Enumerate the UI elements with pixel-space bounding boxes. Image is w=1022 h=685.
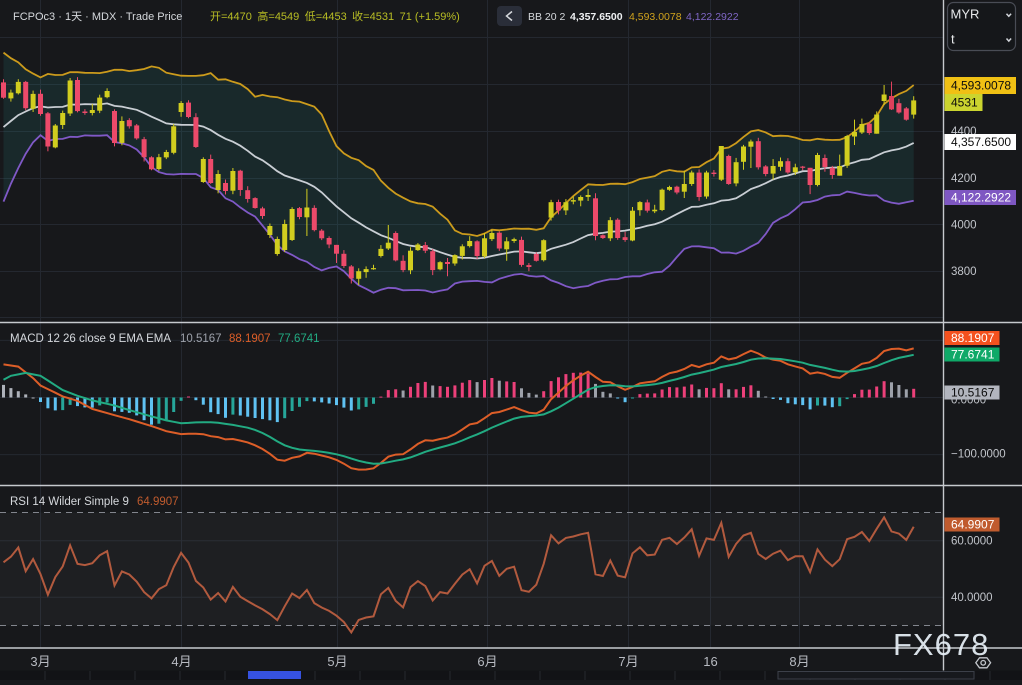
svg-text:4,593.0078: 4,593.0078 [951,79,1011,93]
svg-text:3月: 3月 [30,654,50,669]
svg-text:4月: 4月 [171,654,191,669]
svg-text:−100.0000: −100.0000 [951,448,1006,460]
svg-text:88.1907: 88.1907 [229,333,271,345]
svg-text:3800: 3800 [951,266,977,278]
svg-text:4,357.6500: 4,357.6500 [570,11,623,23]
svg-text:BB 20 2: BB 20 2 [528,11,566,23]
svg-text:10.5167: 10.5167 [951,386,995,400]
svg-text:MYR: MYR [951,7,980,22]
svg-text:4000: 4000 [951,219,977,231]
svg-text:40.0000: 40.0000 [951,592,993,604]
svg-text:88.1907: 88.1907 [951,331,995,345]
svg-text:RSI 14 Wilder Simple 9: RSI 14 Wilder Simple 9 [10,496,129,508]
svg-text:MACD 12 26 close 9 EMA EMA: MACD 12 26 close 9 EMA EMA [10,333,171,345]
svg-text:4531: 4531 [951,96,978,110]
svg-text:4,593.0078: 4,593.0078 [629,11,682,23]
svg-text:6月: 6月 [477,654,497,669]
svg-text:77.6741: 77.6741 [278,333,320,345]
svg-text:4,122.2922: 4,122.2922 [686,11,739,23]
svg-text:16: 16 [703,654,717,669]
svg-text:4200: 4200 [951,173,977,185]
svg-text:64.9907: 64.9907 [951,518,995,532]
svg-text:开=4470 高=4549 低=4453 收=4531 71: 开=4470 高=4549 低=4453 收=4531 71 (+1.59%) [210,9,460,23]
svg-text:7月: 7月 [618,654,638,669]
svg-text:4,122.2922: 4,122.2922 [951,191,1011,205]
svg-text:8月: 8月 [789,654,809,669]
svg-text:FX678: FX678 [893,627,989,662]
svg-text:FCPOc3 · 1天 · MDX · Trade Pric: FCPOc3 · 1天 · MDX · Trade Price [13,11,182,23]
svg-text:t: t [951,32,955,47]
svg-text:4,357.6500: 4,357.6500 [951,135,1011,149]
svg-text:5月: 5月 [327,654,347,669]
svg-text:77.6741: 77.6741 [951,348,995,362]
svg-text:60.0000: 60.0000 [951,535,993,547]
svg-text:10.5167: 10.5167 [180,333,222,345]
svg-text:64.9907: 64.9907 [137,496,179,508]
